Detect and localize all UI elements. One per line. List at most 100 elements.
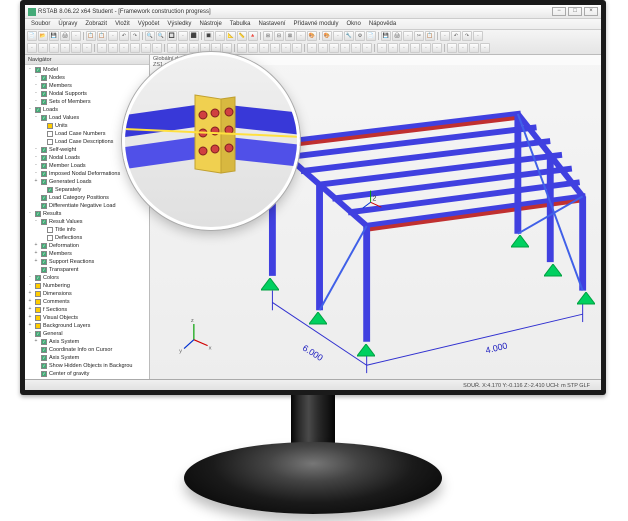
tree-toggle-icon[interactable]: - xyxy=(27,107,33,113)
toolbar-button[interactable]: 🔲 xyxy=(167,31,177,41)
tree-checkbox[interactable]: ✓ xyxy=(35,331,41,337)
node-bglayers[interactable]: +Background Layers xyxy=(27,322,147,330)
node-nodal-supports[interactable]: -✓Nodal Supports xyxy=(27,90,147,98)
toolbar-button[interactable]: · xyxy=(178,31,188,41)
toolbar-button[interactable]: · xyxy=(421,43,431,53)
tree-checkbox[interactable]: ✓ xyxy=(41,147,47,153)
node-deflections[interactable]: Deflections xyxy=(27,234,147,242)
tree-toggle-icon[interactable]: + xyxy=(33,339,39,345)
tree-checkbox[interactable] xyxy=(47,227,53,233)
toolbar-button[interactable]: · xyxy=(71,43,81,53)
node-cog[interactable]: ✓Center of gravity xyxy=(27,370,147,378)
toolbar-button[interactable]: · xyxy=(27,43,37,53)
menu-insert[interactable]: Vložit xyxy=(111,21,134,27)
close-button[interactable]: × xyxy=(584,7,598,16)
toolbar-button[interactable]: · xyxy=(318,43,328,53)
toolbar-button[interactable]: ↷ xyxy=(462,31,472,41)
tree-checkbox[interactable]: ✓ xyxy=(41,347,47,353)
tree-checkbox[interactable]: ✓ xyxy=(41,91,47,97)
tree-checkbox[interactable] xyxy=(47,123,53,129)
toolbar-button[interactable]: · xyxy=(119,43,129,53)
toolbar-button[interactable]: · xyxy=(458,43,468,53)
toolbar-button[interactable]: 🎨 xyxy=(322,31,332,41)
tree-toggle-icon[interactable] xyxy=(39,187,45,193)
toolbar-button[interactable]: · xyxy=(399,43,409,53)
menu-table[interactable]: Tabulka xyxy=(226,21,255,27)
toolbar-button[interactable]: · xyxy=(403,31,413,41)
tree-checkbox[interactable]: ✓ xyxy=(41,259,47,265)
tree-checkbox[interactable]: ✓ xyxy=(41,155,47,161)
tree-toggle-icon[interactable]: - xyxy=(33,155,39,161)
tree-checkbox[interactable] xyxy=(35,299,41,305)
tree-toggle-icon[interactable]: - xyxy=(33,147,39,153)
tree-toggle-icon[interactable]: - xyxy=(33,115,39,121)
toolbar-button[interactable]: · xyxy=(432,43,442,53)
toolbar-button[interactable]: · xyxy=(440,31,450,41)
toolbar-button[interactable]: · xyxy=(167,43,177,53)
node-sections[interactable]: +f Sections xyxy=(27,306,147,314)
toolbar-button[interactable]: · xyxy=(351,43,361,53)
toolbar-button[interactable]: 📐 xyxy=(226,31,236,41)
toolbar-button[interactable]: · xyxy=(178,43,188,53)
tree-toggle-icon[interactable]: + xyxy=(27,307,33,313)
tree-toggle-icon[interactable] xyxy=(33,363,39,369)
toolbar-button[interactable]: · xyxy=(307,43,317,53)
toolbar-button[interactable]: ↷ xyxy=(130,31,140,41)
tree-toggle-icon[interactable] xyxy=(33,195,39,201)
toolbar-button[interactable]: · xyxy=(38,43,48,53)
node-titleinfo[interactable]: Title info xyxy=(27,226,147,234)
toolbar-button[interactable]: ✂ xyxy=(414,31,424,41)
node-nodes[interactable]: -✓Nodes xyxy=(27,74,147,82)
tree-toggle-icon[interactable]: - xyxy=(27,67,33,73)
toolbar-button[interactable]: · xyxy=(71,31,81,41)
tree-toggle-icon[interactable] xyxy=(33,347,39,353)
toolbar-button[interactable]: · xyxy=(189,43,199,53)
toolbar-button[interactable]: 📋 xyxy=(86,31,96,41)
tree-toggle-icon[interactable] xyxy=(39,139,45,145)
tree-toggle-icon[interactable]: - xyxy=(33,75,39,81)
tree-checkbox[interactable]: ✓ xyxy=(41,355,47,361)
tree-checkbox[interactable]: ✓ xyxy=(35,67,41,73)
node-numbering[interactable]: -Numbering xyxy=(27,282,147,290)
toolbar-button[interactable]: · xyxy=(270,43,280,53)
toolbar-button[interactable]: · xyxy=(259,43,269,53)
node-separately[interactable]: ✓Separately xyxy=(27,186,147,194)
node-dimensions[interactable]: +Dimensions xyxy=(27,290,147,298)
node-deformation[interactable]: +✓Deformation xyxy=(27,242,147,250)
toolbar-button[interactable]: · xyxy=(141,43,151,53)
node-cat-pos[interactable]: ✓Load Category Positions xyxy=(27,194,147,202)
toolbar-button[interactable]: · xyxy=(222,43,232,53)
toolbar-button[interactable]: 🔺 xyxy=(248,31,258,41)
menu-view[interactable]: Zobrazit xyxy=(81,21,111,27)
node-colors[interactable]: -✓Colors xyxy=(27,274,147,282)
toolbar-button[interactable]: · xyxy=(292,43,302,53)
toolbar-button[interactable]: · xyxy=(469,43,479,53)
toolbar-button[interactable]: · xyxy=(82,43,92,53)
toolbar-button[interactable]: · xyxy=(248,43,258,53)
tree-toggle-icon[interactable]: - xyxy=(27,331,33,337)
menu-edit[interactable]: Úpravy xyxy=(54,21,81,27)
tree-toggle-icon[interactable]: - xyxy=(27,275,33,281)
tree-checkbox[interactable]: ✓ xyxy=(41,179,47,185)
node-comments[interactable]: +Comments xyxy=(27,298,147,306)
node-results[interactable]: -✓Results xyxy=(27,210,147,218)
tree-checkbox[interactable]: ✓ xyxy=(41,243,47,249)
menu-results[interactable]: Výsledky xyxy=(163,21,195,27)
toolbar-button[interactable]: · xyxy=(60,43,70,53)
menu-tools[interactable]: Nástroje xyxy=(195,21,225,27)
toolbar-button[interactable]: 🔳 xyxy=(204,31,214,41)
toolbar-button[interactable]: ⊟ xyxy=(274,31,284,41)
toolbar-button[interactable]: · xyxy=(49,43,59,53)
toolbar-button[interactable]: 💾 xyxy=(381,31,391,41)
toolbar-button[interactable]: · xyxy=(388,43,398,53)
toolbar-button[interactable]: · xyxy=(215,31,225,41)
node-members[interactable]: -✓Members xyxy=(27,82,147,90)
tree-toggle-icon[interactable] xyxy=(39,227,45,233)
tree-checkbox[interactable]: ✓ xyxy=(41,267,47,273)
tree-checkbox[interactable]: ✓ xyxy=(41,83,47,89)
tree-checkbox[interactable] xyxy=(47,139,53,145)
toolbar-button[interactable]: · xyxy=(447,43,457,53)
tree-checkbox[interactable]: ✓ xyxy=(35,107,41,113)
tree-checkbox[interactable] xyxy=(35,323,41,329)
tree-toggle-icon[interactable] xyxy=(33,355,39,361)
